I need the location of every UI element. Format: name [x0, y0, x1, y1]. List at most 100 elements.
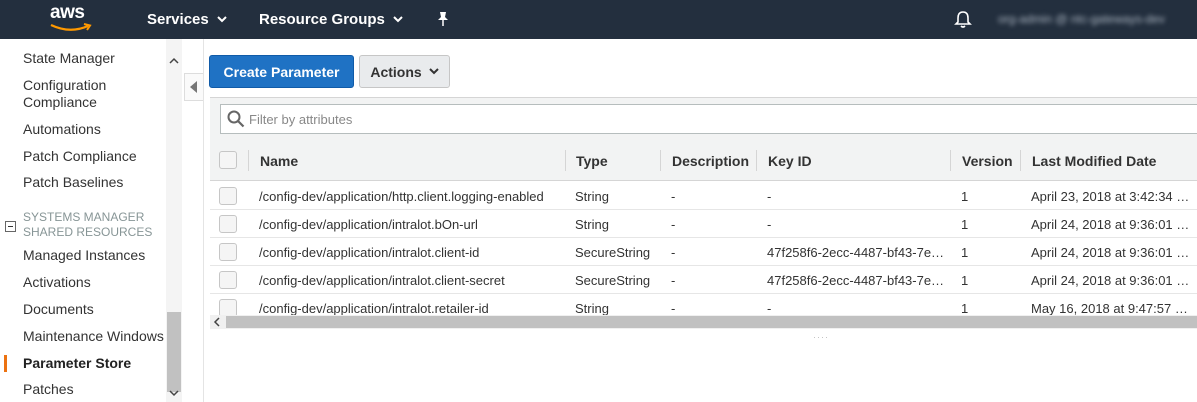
cell-version: 1	[961, 300, 969, 316]
table-header: Name Type Description Key ID Version Las…	[210, 140, 1197, 181]
resize-grip-icon[interactable]: ····	[813, 332, 829, 342]
cell-key-id: -	[767, 216, 772, 232]
pin-icon[interactable]	[436, 11, 450, 27]
column-header-version[interactable]: Version	[962, 140, 1013, 181]
aws-logo-text: aws	[50, 2, 85, 23]
cell-name[interactable]: /config-dev/application/http.client.logg…	[259, 182, 544, 210]
table-scrollbar-thumb[interactable]	[226, 316, 1197, 328]
account-menu[interactable]: org-admin @ ntc-gateways-dev	[998, 12, 1165, 26]
cell-key-id: -	[767, 300, 772, 316]
row-checkbox[interactable]	[219, 271, 237, 289]
column-separator	[950, 150, 951, 171]
sidebar-item-managed-instances[interactable]: Managed Instances	[23, 247, 145, 264]
sidebar-scrollbar[interactable]	[166, 39, 182, 402]
cell-last-modified: April 23, 2018 at 3:42:34 …	[1031, 188, 1190, 204]
cell-name[interactable]: /config-dev/application/intralot.bOn-url	[259, 210, 478, 238]
cell-version: 1	[961, 244, 969, 260]
column-separator	[1020, 150, 1021, 171]
cell-name[interactable]: /config-dev/application/intralot.retaile…	[259, 294, 489, 316]
column-separator	[565, 150, 566, 171]
scroll-down-icon[interactable]	[169, 390, 179, 397]
aws-smile-icon	[50, 23, 92, 31]
cell-version: 1	[961, 216, 969, 232]
aws-logo[interactable]: aws	[48, 2, 96, 34]
active-item-indicator	[4, 355, 7, 372]
cell-description: -	[671, 300, 676, 316]
cell-last-modified: May 16, 2018 at 9:47:57 …	[1031, 300, 1188, 316]
row-checkbox[interactable]	[219, 299, 237, 315]
cell-type: SecureString	[575, 272, 651, 288]
table-row[interactable]: /config-dev/application/intralot.client-…	[210, 266, 1197, 294]
table-horizontal-scrollbar[interactable]	[210, 315, 1197, 329]
parameters-table: Name Type Description Key ID Version Las…	[210, 140, 1197, 315]
filter-panel: Filter by attributes	[210, 97, 1197, 140]
cell-key-id: 47f258f6-2ecc-4487-bf43-7e…	[767, 244, 945, 260]
search-icon	[227, 110, 245, 128]
top-navigation-bar: aws Services Resource Groups org-admin @…	[0, 0, 1197, 39]
collapse-sidebar-button[interactable]	[184, 73, 204, 101]
sidebar-item-patch-baselines[interactable]: Patch Baselines	[23, 174, 123, 191]
cell-description: -	[671, 216, 676, 232]
create-parameter-button[interactable]: Create Parameter	[209, 55, 354, 88]
sidebar-item-documents[interactable]: Documents	[23, 301, 94, 318]
chevron-down-icon	[217, 16, 227, 23]
sidebar-item-automations[interactable]: Automations	[23, 121, 101, 138]
sidebar-item-maintenance-windows[interactable]: Maintenance Windows	[23, 328, 164, 345]
sidebar-scrollbar-thumb[interactable]	[167, 312, 181, 392]
sidebar-item-state-manager[interactable]: State Manager	[23, 50, 115, 67]
cell-description: -	[671, 244, 676, 260]
scroll-left-icon[interactable]	[213, 315, 221, 329]
filter-placeholder: Filter by attributes	[249, 112, 353, 127]
column-header-key-id[interactable]: Key ID	[768, 140, 812, 181]
cell-type: String	[575, 188, 609, 204]
sidebar-item-patch-compliance[interactable]: Patch Compliance	[23, 148, 137, 165]
column-header-description[interactable]: Description	[672, 140, 749, 181]
sidebar-navigation: State Manager Configuration Compliance A…	[0, 39, 183, 402]
column-separator	[756, 150, 757, 171]
column-header-type[interactable]: Type	[576, 140, 608, 181]
column-header-name[interactable]: Name	[260, 140, 298, 181]
cell-last-modified: April 24, 2018 at 9:36:01 …	[1031, 216, 1190, 232]
select-all-checkbox[interactable]	[219, 151, 237, 169]
services-menu[interactable]: Services	[147, 0, 227, 39]
table-row[interactable]: /config-dev/application/intralot.bOn-url…	[210, 210, 1197, 238]
collapse-section-icon[interactable]	[5, 221, 16, 232]
resource-groups-label: Resource Groups	[259, 11, 385, 28]
sidebar-item-activations[interactable]: Activations	[23, 274, 91, 291]
services-label: Services	[147, 11, 209, 28]
cell-last-modified: April 24, 2018 at 9:36:01 …	[1031, 244, 1190, 260]
actions-dropdown-button[interactable]: Actions	[359, 55, 450, 88]
filter-input[interactable]: Filter by attributes	[220, 104, 1197, 134]
actions-label: Actions	[370, 63, 422, 80]
sidebar-item-configuration-compliance[interactable]: Configuration Compliance	[23, 77, 143, 111]
row-checkbox[interactable]	[219, 243, 237, 261]
sidebar-item-patches[interactable]: Patches	[23, 381, 74, 398]
cell-description: -	[671, 188, 676, 204]
cell-type: String	[575, 216, 609, 232]
table-row[interactable]: /config-dev/application/http.client.logg…	[210, 182, 1197, 210]
sidebar-item-parameter-store[interactable]: Parameter Store	[23, 355, 131, 372]
section-heading-shared-resources: SYSTEMS MANAGER SHARED RESOURCES	[23, 210, 153, 239]
table-row[interactable]: /config-dev/application/intralot.retaile…	[210, 294, 1197, 315]
column-header-last-modified[interactable]: Last Modified Date	[1032, 140, 1156, 181]
cell-last-modified: April 24, 2018 at 9:36:01 …	[1031, 272, 1190, 288]
chevron-down-icon	[393, 16, 403, 23]
row-checkbox[interactable]	[219, 215, 237, 233]
cell-version: 1	[961, 272, 969, 288]
row-checkbox[interactable]	[219, 187, 237, 205]
table-row[interactable]: /config-dev/application/intralot.client-…	[210, 238, 1197, 266]
caret-left-icon	[190, 81, 197, 93]
cell-version: 1	[961, 188, 969, 204]
bell-icon[interactable]	[954, 10, 972, 29]
cell-name[interactable]: /config-dev/application/intralot.client-…	[259, 266, 505, 294]
cell-description: -	[671, 272, 676, 288]
cell-name[interactable]: /config-dev/application/intralot.client-…	[259, 238, 479, 266]
cell-type: SecureString	[575, 244, 651, 260]
column-separator	[660, 150, 661, 171]
chevron-down-icon	[428, 68, 439, 75]
cell-key-id: -	[767, 188, 772, 204]
cell-key-id: 47f258f6-2ecc-4487-bf43-7e…	[767, 272, 945, 288]
column-separator	[248, 150, 249, 171]
scroll-up-icon[interactable]	[169, 57, 179, 64]
resource-groups-menu[interactable]: Resource Groups	[259, 0, 403, 39]
